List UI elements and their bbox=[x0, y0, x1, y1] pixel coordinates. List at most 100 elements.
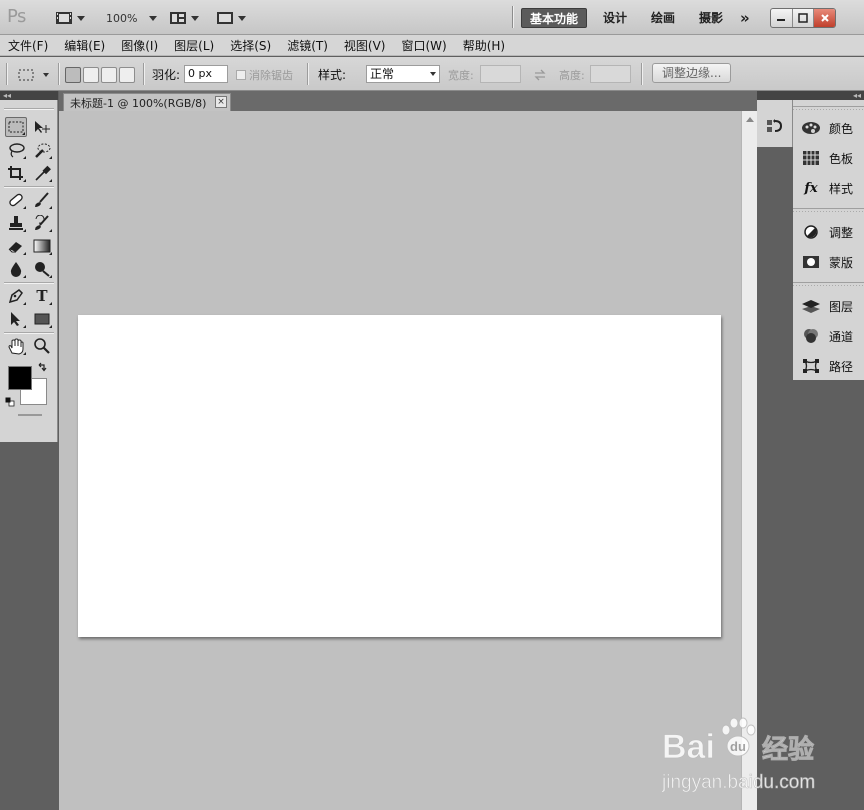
type-tool[interactable]: T bbox=[31, 286, 53, 306]
panel-group-grip[interactable] bbox=[793, 106, 864, 112]
feather-input[interactable]: 0 px bbox=[184, 64, 228, 83]
menu-select[interactable]: 选择(S) bbox=[230, 37, 271, 54]
new-selection-button[interactable] bbox=[65, 66, 81, 83]
channels-panel-button[interactable]: 通道 bbox=[793, 322, 864, 350]
adjustments-panel-button[interactable]: 调整 bbox=[793, 218, 864, 246]
height-label: 高度: bbox=[559, 68, 585, 82]
zoom-level-dropdown[interactable]: 100% bbox=[106, 9, 158, 27]
intersect-selection-button[interactable] bbox=[119, 66, 135, 83]
height-input[interactable] bbox=[590, 64, 631, 83]
swatches-panel-button[interactable]: 色板 bbox=[793, 144, 864, 172]
color-panel-button[interactable]: 颜色 bbox=[793, 114, 864, 142]
screen-mode-button[interactable] bbox=[216, 9, 246, 27]
menu-window[interactable]: 窗口(W) bbox=[401, 37, 446, 54]
antialias-checkbox-group[interactable]: 消除锯齿 bbox=[236, 66, 293, 83]
clone-stamp-tool[interactable] bbox=[5, 213, 27, 233]
close-document-button[interactable]: × bbox=[215, 96, 227, 108]
panel-label: 图层 bbox=[829, 299, 854, 314]
arrange-documents-button[interactable] bbox=[169, 9, 199, 27]
panel-label: 调整 bbox=[829, 225, 854, 240]
zoom-level-label: 100% bbox=[106, 11, 138, 25]
image-canvas[interactable] bbox=[78, 315, 721, 637]
gradient-tool[interactable] bbox=[31, 236, 53, 256]
menu-edit[interactable]: 编辑(E) bbox=[64, 37, 105, 54]
panel-label: 样式 bbox=[829, 181, 854, 196]
blur-tool[interactable] bbox=[5, 259, 27, 279]
style-select[interactable]: 正常 bbox=[366, 64, 440, 83]
menu-filter[interactable]: 滤镜(T) bbox=[287, 37, 328, 54]
antialias-checkbox[interactable] bbox=[236, 69, 246, 80]
dodge-tool[interactable] bbox=[31, 259, 53, 279]
default-colors-icon[interactable] bbox=[5, 396, 15, 407]
workspace-photography[interactable]: 摄影 bbox=[699, 8, 723, 28]
width-input[interactable] bbox=[480, 64, 521, 83]
panel-group-grip[interactable] bbox=[793, 282, 864, 288]
grid-icon bbox=[801, 150, 821, 166]
lasso-tool[interactable] bbox=[5, 140, 27, 160]
dock-collapse-strip[interactable]: ◂◂ bbox=[757, 91, 864, 100]
swap-dimensions-icon[interactable] bbox=[533, 66, 547, 83]
pen-tool[interactable] bbox=[5, 286, 27, 306]
divider bbox=[307, 63, 309, 85]
panel-group-grip[interactable] bbox=[793, 208, 864, 214]
refine-edge-button[interactable]: 调整边缘... bbox=[652, 62, 732, 83]
divider bbox=[4, 282, 54, 284]
grip-divider bbox=[6, 63, 8, 85]
tools-panel: T bbox=[0, 100, 58, 442]
move-icon bbox=[35, 121, 50, 133]
film-icon bbox=[56, 12, 72, 24]
move-tool[interactable] bbox=[31, 117, 53, 137]
path-selection-tool[interactable] bbox=[5, 309, 27, 329]
chevron-down-icon bbox=[77, 15, 85, 21]
close-button[interactable] bbox=[814, 9, 835, 27]
foreground-color-swatch[interactable] bbox=[8, 366, 32, 390]
menu-view[interactable]: 视图(V) bbox=[344, 37, 386, 54]
paths-panel-button[interactable]: 路径 bbox=[793, 352, 864, 380]
more-workspaces-button[interactable]: » bbox=[740, 8, 750, 28]
minimize-button[interactable] bbox=[771, 9, 793, 27]
workspace-essentials[interactable]: 基本功能 bbox=[521, 8, 587, 28]
menu-help[interactable]: 帮助(H) bbox=[463, 37, 505, 54]
history-brush-tool[interactable] bbox=[31, 213, 53, 233]
scroll-up-arrow-icon[interactable] bbox=[746, 117, 754, 122]
default-colors-swatch-icon bbox=[5, 397, 15, 407]
crop-tool[interactable] bbox=[5, 163, 27, 183]
add-to-selection-button[interactable] bbox=[83, 66, 99, 83]
maximize-button[interactable] bbox=[793, 9, 815, 27]
minimize-icon bbox=[777, 19, 786, 21]
eyedropper-tool[interactable] bbox=[31, 163, 53, 183]
subtract-from-selection-button[interactable] bbox=[101, 66, 117, 83]
spot-healing-brush-tool[interactable] bbox=[5, 190, 27, 210]
brush-tool[interactable] bbox=[31, 190, 53, 210]
workspace-painting[interactable]: 绘画 bbox=[651, 8, 675, 28]
eraser-tool[interactable] bbox=[5, 236, 27, 256]
document-window bbox=[59, 111, 741, 810]
quick-selection-tool[interactable] bbox=[31, 140, 53, 160]
palette-icon bbox=[801, 120, 821, 136]
rectangle-tool[interactable] bbox=[31, 309, 53, 329]
hand-tool[interactable] bbox=[5, 336, 27, 356]
layers-panel-button[interactable]: 图层 bbox=[793, 292, 864, 320]
masks-panel-button[interactable]: 蒙版 bbox=[793, 248, 864, 276]
launch-bridge-button[interactable] bbox=[55, 9, 85, 27]
vertical-scrollbar[interactable] bbox=[741, 111, 757, 810]
tool-preset-picker[interactable] bbox=[17, 66, 49, 83]
workspace-design[interactable]: 设计 bbox=[603, 8, 627, 28]
styles-panel-button[interactable]: fx 样式 bbox=[793, 174, 864, 202]
menu-file[interactable]: 文件(F) bbox=[8, 37, 48, 54]
tools-collapse-strip[interactable]: ◂◂ bbox=[0, 91, 58, 100]
menu-image[interactable]: 图像(I) bbox=[121, 37, 158, 54]
menu-layer[interactable]: 图层(L) bbox=[174, 37, 214, 54]
zoom-tool[interactable] bbox=[31, 336, 53, 356]
baidu-jingyan-watermark: Bai du 经验 jingyan.baidu.com bbox=[661, 710, 862, 800]
quick-mask-toggle[interactable] bbox=[18, 414, 42, 416]
channels-icon bbox=[801, 328, 821, 344]
document-tab-bar: 未标题-1 @ 100%(RGB/8) × bbox=[59, 91, 757, 111]
swap-colors-icon[interactable] bbox=[37, 362, 47, 376]
document-tab[interactable]: 未标题-1 @ 100%(RGB/8) × bbox=[63, 93, 231, 111]
rectangular-marquee-tool[interactable] bbox=[5, 117, 27, 137]
maximize-icon bbox=[798, 13, 808, 23]
divider bbox=[4, 332, 54, 334]
history-panel-button[interactable] bbox=[766, 118, 784, 138]
style-label: 样式: bbox=[318, 68, 347, 82]
